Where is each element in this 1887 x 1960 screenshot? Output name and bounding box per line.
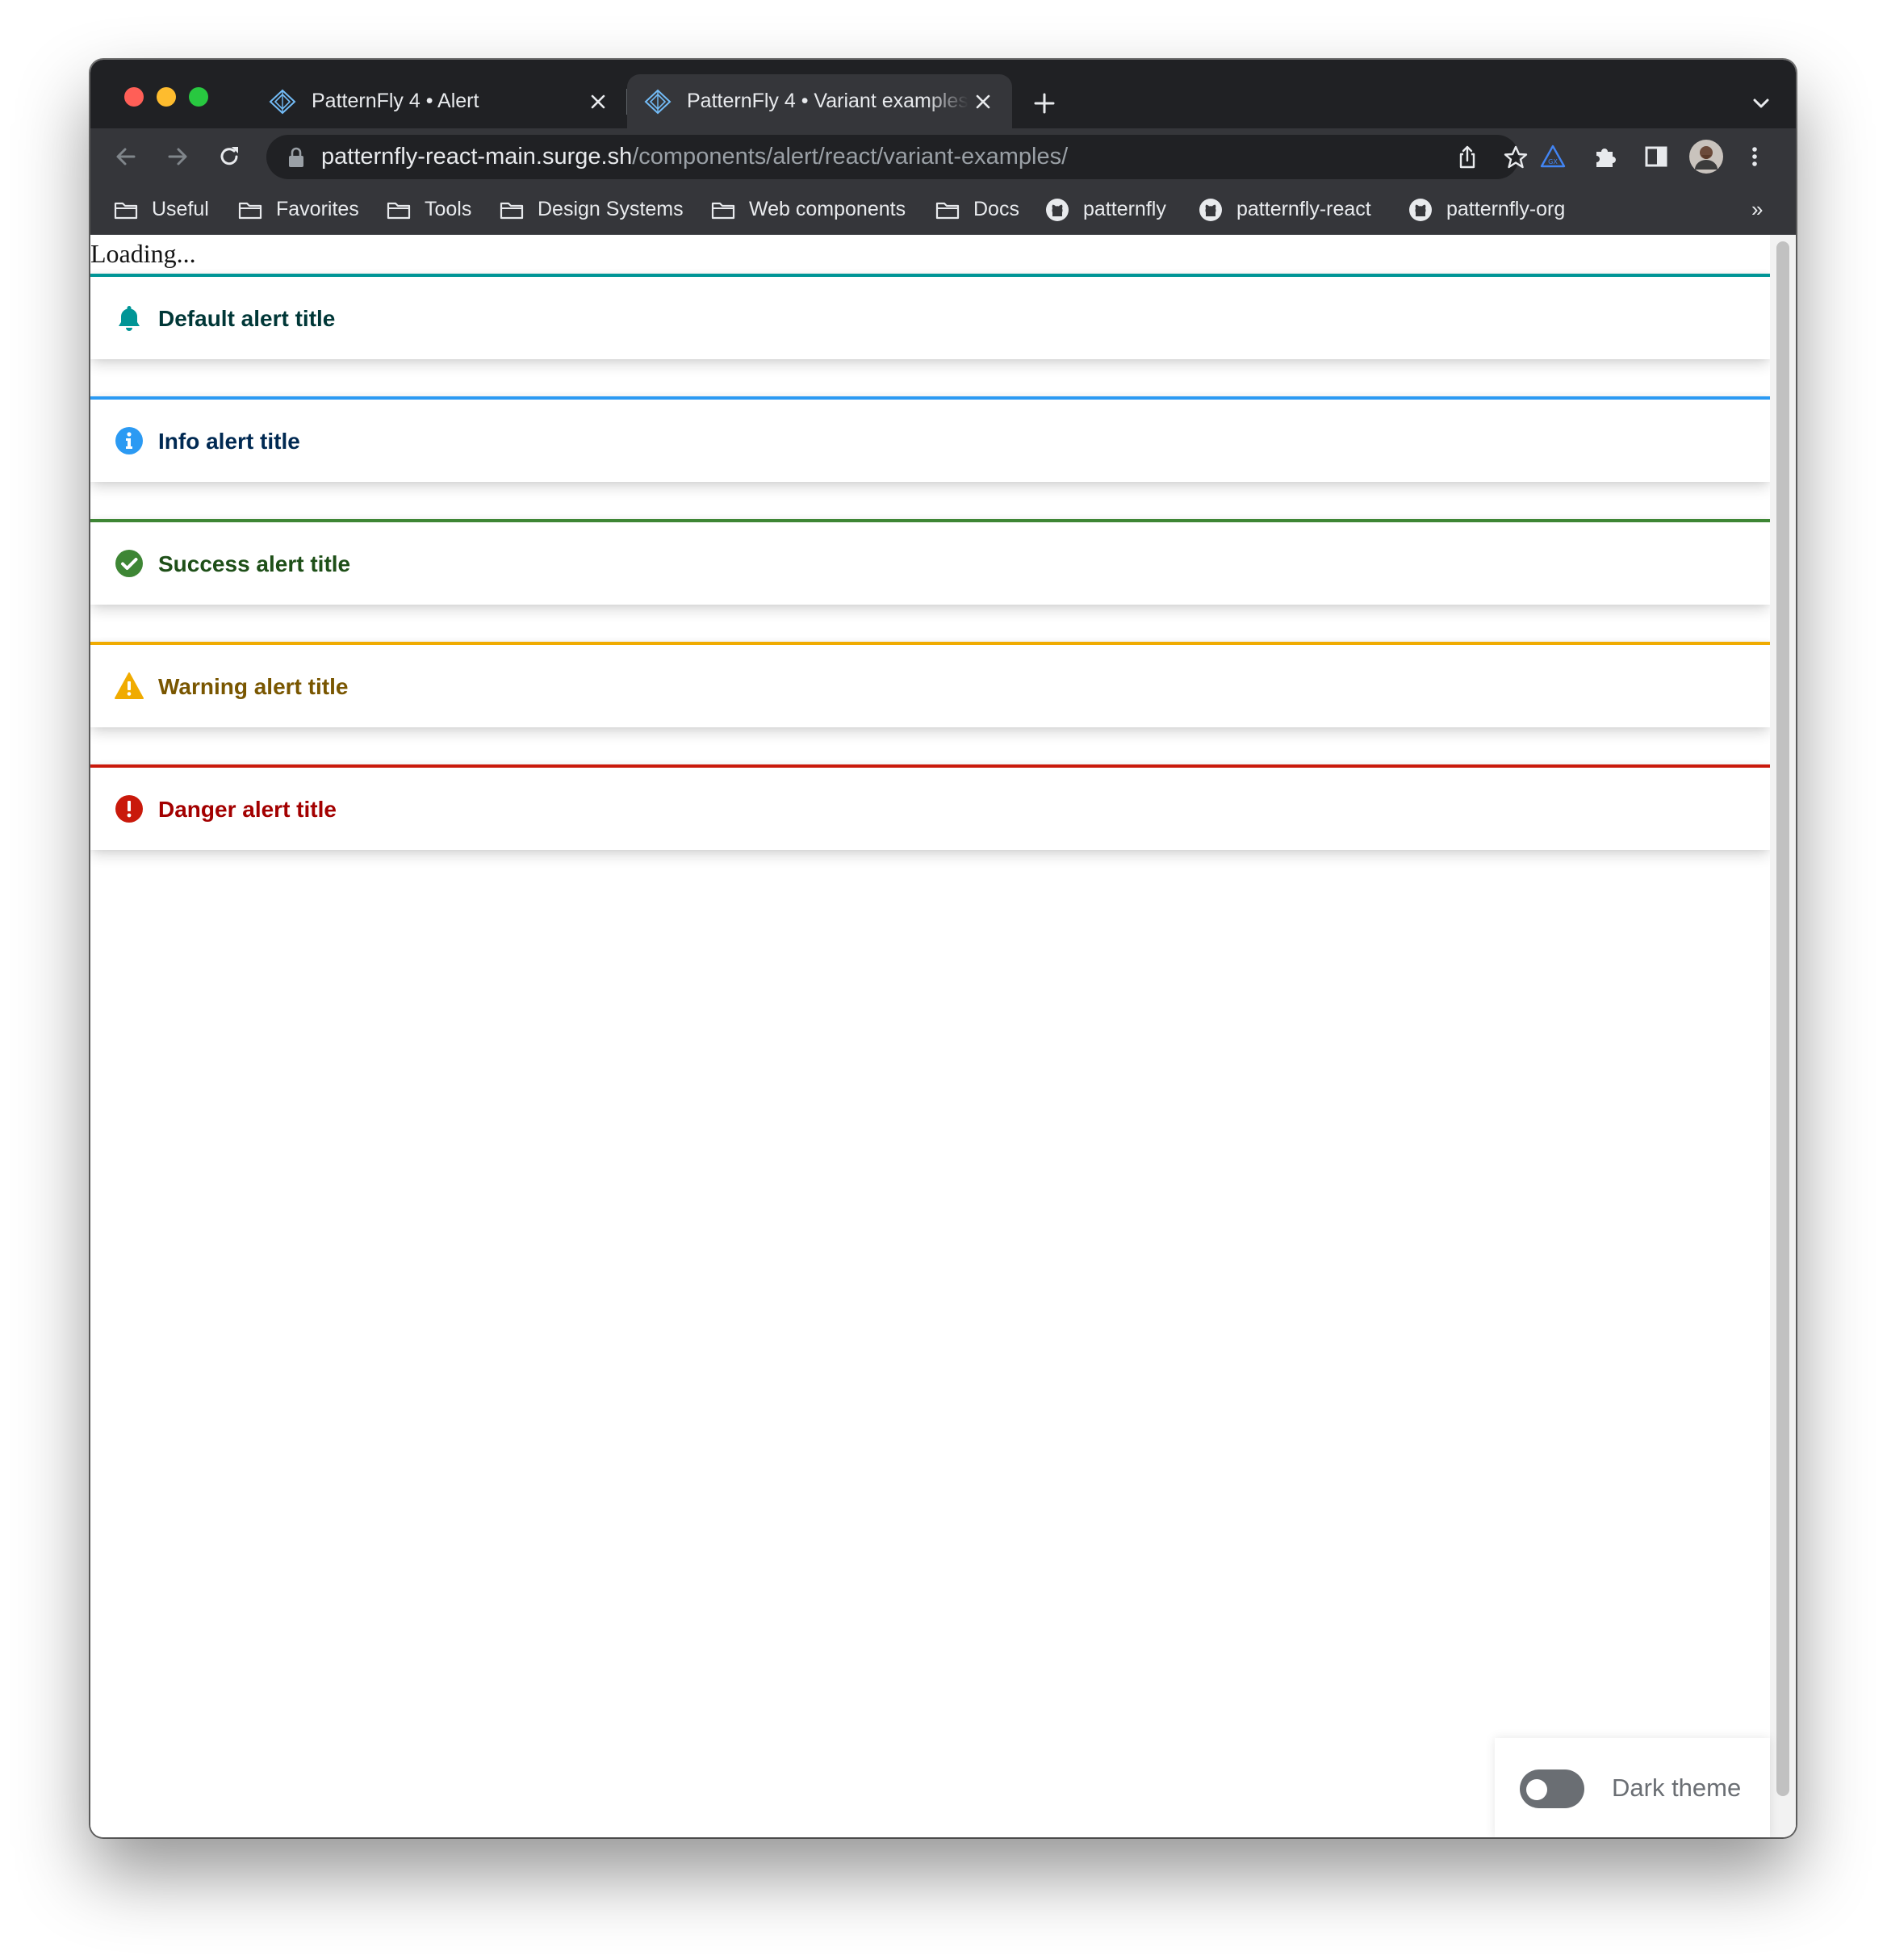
github-icon	[1409, 198, 1432, 221]
url-host: patternfly-react-main.surge.sh	[321, 144, 633, 170]
kebab-menu-icon[interactable]	[1740, 142, 1769, 171]
switch-knob	[1526, 1779, 1547, 1800]
loading-text: Loading...	[90, 239, 196, 268]
check-circle-icon	[115, 550, 143, 577]
tab-title: PatternFly 4 • Alert	[312, 90, 479, 112]
dark-theme-label[interactable]: Dark theme	[1612, 1738, 1741, 1837]
bookmark-design-systems[interactable]: Design Systems	[499, 185, 684, 234]
bookmark-label: Tools	[425, 198, 472, 220]
info-circle-icon	[115, 427, 143, 454]
page-content: Loading... Default alert title Info aler…	[90, 235, 1796, 1837]
bookmark-label: Favorites	[276, 198, 359, 220]
reload-icon[interactable]	[215, 142, 244, 171]
tab-variant-examples[interactable]: PatternFly 4 • Variant examples	[627, 74, 1012, 128]
theme-toggle-panel: Dark theme	[1495, 1738, 1770, 1837]
bookmark-web-components[interactable]: Web components	[710, 185, 906, 234]
github-icon	[1046, 198, 1069, 221]
tab-search-chevron-icon[interactable]	[1748, 90, 1774, 116]
close-tab-icon[interactable]	[969, 87, 998, 116]
folder-icon	[114, 202, 138, 219]
folder-icon	[711, 202, 735, 219]
svg-text:GX: GX	[1548, 158, 1558, 165]
bell-icon	[119, 306, 140, 331]
bookmark-star-icon[interactable]	[1501, 143, 1530, 172]
tab-patternfly-alert[interactable]: PatternFly 4 • Alert	[252, 74, 627, 128]
side-panel-icon[interactable]	[1642, 142, 1671, 171]
bookmark-patternfly[interactable]: patternfly	[1044, 185, 1166, 234]
extension-triangle-icon[interactable]: GX	[1538, 142, 1567, 171]
bookmark-docs[interactable]: Docs	[935, 185, 1019, 234]
puzzle-extensions-icon[interactable]	[1590, 142, 1619, 171]
back-arrow-icon[interactable]	[111, 142, 140, 171]
folder-icon	[500, 202, 524, 219]
bookmark-label: Web components	[749, 198, 906, 220]
bookmark-tools[interactable]: Tools	[386, 185, 471, 234]
close-tab-icon[interactable]	[584, 87, 613, 116]
bookmark-useful[interactable]: Useful	[113, 185, 209, 234]
patternfly-logo-icon	[644, 89, 672, 114]
new-tab-plus-icon[interactable]	[1030, 89, 1059, 118]
folder-icon	[935, 202, 960, 219]
folder-icon	[238, 202, 262, 219]
alert-warning: Warning alert title	[90, 642, 1770, 727]
lock-icon[interactable]	[286, 146, 307, 169]
forward-arrow-icon[interactable]	[163, 142, 192, 171]
alert-success: Success alert title	[90, 519, 1770, 605]
exclamation-circle-icon	[115, 795, 143, 823]
address-bar[interactable]: patternfly-react-main.surge.sh/component…	[266, 135, 1528, 179]
scrollbar-thumb[interactable]	[1776, 241, 1789, 1796]
alert-title: Danger alert title	[158, 797, 337, 822]
close-window-button[interactable]	[124, 87, 144, 107]
tab-strip: PatternFly 4 • Alert PatternFly 4 • Vari…	[90, 60, 1796, 128]
bookmark-patternfly-org[interactable]: patternfly-org	[1408, 185, 1565, 234]
alert-title: Success alert title	[158, 551, 351, 576]
alert-title: Info alert title	[158, 429, 300, 454]
browser-window: PatternFly 4 • Alert PatternFly 4 • Vari…	[90, 60, 1796, 1837]
alert-info: Info alert title	[90, 396, 1770, 482]
alert-default: Default alert title	[90, 274, 1770, 359]
bookmarks-bar: Useful Favorites Tools Design Systems We…	[90, 185, 1796, 235]
bookmark-favorites[interactable]: Favorites	[237, 185, 359, 234]
bookmark-patternfly-react[interactable]: patternfly-react	[1198, 185, 1371, 234]
alert-title: Default alert title	[158, 306, 336, 331]
bookmark-label: Useful	[152, 198, 209, 220]
bookmarks-overflow-chevron-icon[interactable]: »	[1751, 185, 1763, 234]
browser-toolbar: patternfly-react-main.surge.sh/component…	[90, 128, 1796, 185]
tab-title: PatternFly 4 • Variant examples	[687, 90, 969, 112]
alert-danger: Danger alert title	[90, 764, 1770, 850]
bookmark-label: patternfly-react	[1236, 198, 1371, 220]
dark-theme-switch[interactable]	[1520, 1769, 1584, 1808]
alert-title: Warning alert title	[158, 674, 349, 699]
bookmark-label: Design Systems	[538, 198, 684, 220]
share-icon[interactable]	[1453, 143, 1482, 172]
profile-avatar[interactable]	[1688, 139, 1724, 174]
minimize-window-button[interactable]	[157, 87, 176, 107]
maximize-window-button[interactable]	[189, 87, 208, 107]
github-icon	[1199, 198, 1222, 221]
folder-icon	[387, 202, 411, 219]
url-path: /components/alert/react/variant-examples…	[632, 144, 1069, 170]
bookmark-label: patternfly	[1083, 198, 1166, 220]
url-text[interactable]: patternfly-react-main.surge.sh/component…	[321, 135, 1068, 179]
patternfly-logo-icon	[269, 89, 296, 114]
exclamation-triangle-icon	[115, 672, 144, 699]
bookmark-label: Docs	[973, 198, 1019, 220]
bookmark-label: patternfly-org	[1446, 198, 1566, 220]
